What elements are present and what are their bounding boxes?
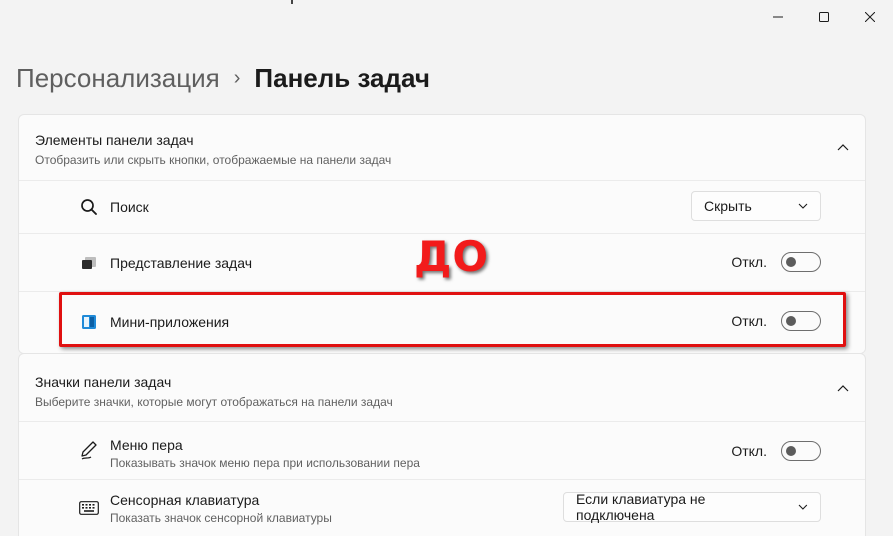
task-view-toggle[interactable] <box>781 252 821 272</box>
chevron-down-icon <box>798 504 808 510</box>
taskbar-icons-header[interactable]: Значки панели задач Выберите значки, кот… <box>19 354 865 422</box>
annotation-label: ДО <box>414 232 490 281</box>
section-description: Выберите значки, которые могут отображат… <box>35 395 393 409</box>
breadcrumb-separator: › <box>233 66 241 89</box>
close-icon <box>865 12 875 22</box>
maximize-button[interactable] <box>801 0 847 34</box>
widgets-icon <box>79 312 99 332</box>
chevron-up-icon[interactable] <box>835 380 851 396</box>
row-pen-menu: Меню пера Показывать значок меню пера пр… <box>19 422 865 480</box>
dropdown-value: Если клавиатура не подключена <box>576 491 706 523</box>
page-title: Панель задач <box>254 62 430 93</box>
chevron-down-icon <box>798 203 808 209</box>
toggle-state-label: Откл. <box>731 254 767 270</box>
row-sublabel: Показать значок сенсорной клавиатуры <box>110 511 332 525</box>
pen-menu-toggle-group: Откл. <box>731 441 821 461</box>
section-title: Значки панели задач <box>35 374 172 390</box>
task-view-icon <box>79 253 99 273</box>
toggle-state-label: Откл. <box>731 443 767 459</box>
chevron-up-icon[interactable] <box>835 139 851 155</box>
row-widgets: Мини-приложения Откл. <box>19 292 865 353</box>
minimize-button[interactable] <box>755 0 801 34</box>
section-title: Элементы панели задач <box>35 132 194 148</box>
close-button[interactable] <box>847 0 893 34</box>
task-view-toggle-group: Откл. <box>731 252 821 272</box>
taskbar-icons-section: Значки панели задач Выберите значки, кот… <box>18 353 866 536</box>
widgets-toggle-group: Откл. <box>731 311 821 331</box>
search-icon <box>79 197 99 217</box>
breadcrumb-parent-link[interactable]: Персонализация <box>16 63 220 94</box>
taskbar-items-header[interactable]: Элементы панели задач Отобразить или скр… <box>19 115 865 181</box>
search-mode-dropdown[interactable]: Скрыть <box>691 191 821 221</box>
maximize-icon <box>819 12 829 22</box>
touch-keyboard-dropdown[interactable]: Если клавиатура не подключена <box>563 491 821 523</box>
row-label: Поиск <box>110 199 149 215</box>
pen-icon <box>79 440 99 460</box>
minimize-icon <box>773 16 783 18</box>
row-search: Поиск Скрыть <box>19 181 865 234</box>
section-description: Отобразить или скрыть кнопки, отображаем… <box>35 153 392 167</box>
dropdown-value: Скрыть <box>704 198 752 214</box>
pen-menu-toggle[interactable] <box>781 441 821 461</box>
widgets-toggle[interactable] <box>781 311 821 331</box>
row-label: Представление задач <box>110 255 252 271</box>
keyboard-icon <box>79 498 99 518</box>
row-label: Мини-приложения <box>110 314 230 330</box>
window-controls <box>755 0 893 34</box>
breadcrumb: Персонализация › Панель задач <box>16 60 430 96</box>
toggle-state-label: Откл. <box>731 313 767 329</box>
row-label: Меню пера <box>110 437 183 453</box>
row-touch-keyboard: Сенсорная клавиатура Показать значок сен… <box>19 480 865 536</box>
top-edge-mark <box>291 0 293 4</box>
row-label: Сенсорная клавиатура <box>110 492 260 508</box>
row-sublabel: Показывать значок меню пера при использо… <box>110 456 420 470</box>
